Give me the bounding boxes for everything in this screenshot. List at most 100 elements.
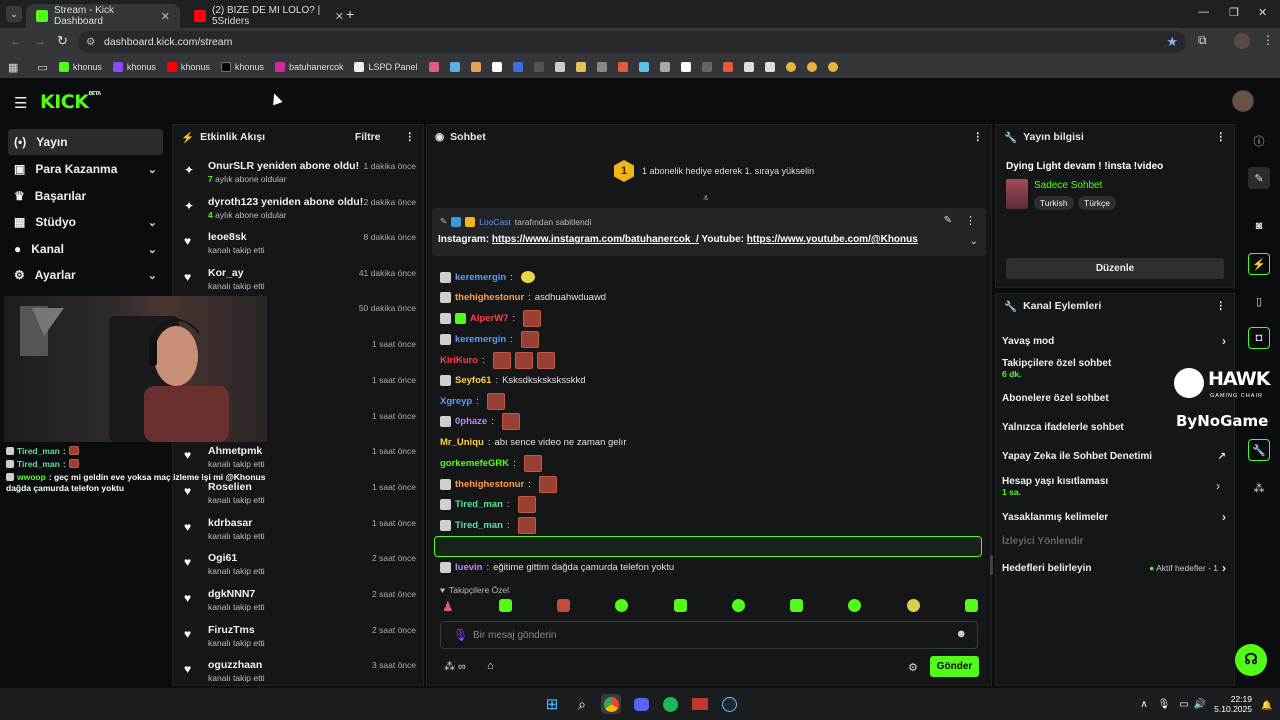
- chat-scrollbar[interactable]: [990, 555, 993, 575]
- close-icon[interactable]: ✕: [335, 10, 344, 23]
- chat-message[interactable]: KiriKuro:: [440, 350, 555, 370]
- emote-icon[interactable]: [615, 599, 629, 612]
- points-icon[interactable]: ⁂ ∞: [444, 660, 466, 673]
- emote-icon[interactable]: ♟: [442, 599, 454, 617]
- chevron-down-icon[interactable]: ⌄: [970, 236, 978, 247]
- tab-search-icon[interactable]: ⌄: [6, 6, 22, 22]
- tag-chip[interactable]: Türkçe: [1078, 196, 1116, 210]
- chat-username[interactable]: thehighestonur: [455, 292, 524, 303]
- bookmark-icon[interactable]: [491, 62, 502, 72]
- edit-icon[interactable]: ✎: [1248, 167, 1270, 189]
- search-icon[interactable]: ⌕: [572, 694, 592, 714]
- bookmark-icon[interactable]: [827, 62, 838, 72]
- bookmark-icon[interactable]: [470, 62, 481, 72]
- activity-event[interactable]: ✦ OnurSLR yeniden abone oldu! 7 aylık abon…: [184, 160, 416, 194]
- menu-kebab-icon[interactable]: ⋮: [1216, 131, 1227, 143]
- bookmark-icon[interactable]: [512, 62, 523, 72]
- tag-chip[interactable]: Turkish: [1034, 196, 1074, 210]
- minimize-icon[interactable]: —: [1198, 6, 1209, 18]
- bookmark-icon[interactable]: [638, 62, 649, 72]
- send-button[interactable]: Gönder: [930, 656, 979, 677]
- chat-icon[interactable]: ◘: [1248, 327, 1270, 349]
- close-icon[interactable]: ✕: [161, 10, 170, 23]
- slow-mode-row[interactable]: Yavaş mod ›: [1002, 334, 1226, 348]
- goals-row[interactable]: Hedefleri belirleyin ● Aktif hedefler - 1…: [1002, 561, 1226, 575]
- chat-input[interactable]: 🎙 Bir mesaj gönderin ☻: [440, 621, 978, 649]
- nav-para-kazanma[interactable]: ▣ Para Kazanma ⌄: [8, 156, 163, 182]
- chat-message[interactable]: Tired_man:: [440, 515, 536, 535]
- tray-chevron-icon[interactable]: ∧: [1134, 694, 1154, 714]
- chat-message[interactable]: thehighestonur:: [440, 474, 557, 494]
- volume-icon[interactable]: 🔊: [1190, 694, 1210, 714]
- emote-icon[interactable]: [906, 599, 920, 612]
- apps-grid-icon[interactable]: ▦: [8, 61, 18, 74]
- instagram-link[interactable]: https://www.instagram.com/batuhanercok_/: [492, 234, 699, 245]
- bookmark-icon[interactable]: [701, 62, 712, 72]
- bookmark-instagram[interactable]: batuhanercok: [274, 62, 343, 72]
- emote-icon[interactable]: [673, 599, 687, 612]
- nav-basarilar[interactable]: ♛ Başarılar: [8, 183, 163, 209]
- chat-message[interactable]: luevin: eğitime gittim dağda çamurda tele…: [440, 557, 674, 577]
- emote-icon[interactable]: [731, 599, 745, 612]
- microphone-icon[interactable]: 🎙: [453, 628, 468, 642]
- emote-icon[interactable]: [964, 599, 978, 612]
- back-icon[interactable]: ←: [10, 34, 22, 48]
- info-icon[interactable]: ⓘ: [1248, 130, 1270, 152]
- bookmark-youtube[interactable]: khonus: [166, 62, 210, 72]
- microphone-icon[interactable]: 🎙: [1154, 694, 1174, 714]
- bookmark-icon[interactable]: [659, 62, 670, 72]
- bookmark-icon[interactable]: [575, 62, 586, 72]
- chat-message[interactable]: keremergin:: [440, 329, 539, 349]
- bookmark-icon[interactable]: [680, 62, 691, 72]
- chat-message[interactable]: Seyfo61: Ksksdksksksksskkd: [440, 370, 585, 390]
- bookmark-star-icon[interactable]: ★: [1166, 31, 1178, 53]
- pinned-by-user[interactable]: LooCast: [479, 217, 511, 227]
- window-close-icon[interactable]: ✕: [1258, 6, 1267, 19]
- chat-message[interactable]: 0phaze:: [440, 411, 520, 431]
- extensions-icon[interactable]: ⧉: [1198, 33, 1207, 48]
- chat-message[interactable]: thehighestonur: asdhuahwduawd: [440, 287, 606, 307]
- store-icon[interactable]: ⌂: [487, 660, 494, 672]
- bookmark-kick[interactable]: khonus: [58, 62, 102, 72]
- chat-username[interactable]: Seyfo61: [455, 375, 491, 386]
- screen-capture-icon[interactable]: ◙: [1248, 215, 1270, 237]
- bookmark-icon[interactable]: [617, 62, 628, 72]
- spotify-icon[interactable]: [660, 694, 680, 714]
- emote-icon[interactable]: [498, 599, 512, 612]
- menu-kebab-icon[interactable]: ⋮: [1262, 33, 1274, 47]
- ai-moderation-row[interactable]: Yapay Zeka ile Sohbet Denetimi ↗: [1002, 451, 1226, 462]
- chat-message[interactable]: Tired_man:: [440, 494, 536, 514]
- youtube-link[interactable]: https://www.youtube.com/@Khonus: [747, 234, 918, 245]
- bookmark-icon[interactable]: [596, 62, 607, 72]
- forward-icon[interactable]: →: [34, 34, 46, 48]
- emote-icon[interactable]: [557, 599, 571, 612]
- windows-start-icon[interactable]: ⊞: [542, 694, 562, 714]
- kick-logo[interactable]: KICKBETA: [40, 91, 101, 113]
- url-field[interactable]: ⚙ dashboard.kick.com/stream ★: [78, 31, 1186, 53]
- support-headset-icon[interactable]: ☊: [1235, 644, 1267, 676]
- bookmark-icon[interactable]: [785, 62, 796, 72]
- chat-username[interactable]: Mr_Uniqu: [440, 437, 484, 448]
- reload-icon[interactable]: ↻: [57, 33, 68, 49]
- nav-ayarlar[interactable]: ⚙ Ayarlar ⌄: [8, 262, 163, 288]
- chat-username[interactable]: luevin: [455, 562, 482, 573]
- restore-icon[interactable]: ❐: [1229, 6, 1239, 19]
- activity-event[interactable]: ♥ dgkNNN7 kanalı takip etti 2 saat önce: [184, 588, 416, 622]
- chat-message[interactable]: Xgreyp:: [440, 391, 505, 411]
- menu-kebab-icon[interactable]: ⋮: [1216, 300, 1227, 312]
- user-avatar[interactable]: [1232, 90, 1254, 112]
- chat-message[interactable]: gorkemefeGRK:: [440, 453, 542, 473]
- account-age-row[interactable]: Hesap yaşı kısıtlaması 1 sa.: [1002, 476, 1226, 497]
- bookmark-twitch[interactable]: khonus: [112, 62, 156, 72]
- activity-event[interactable]: ✦ dyroth123 yeniden abone oldu! 4 aylık ab…: [184, 196, 416, 230]
- sub-gift-leaderboard[interactable]: 1 1 abonelik hediye ederek 1. sıraya yük…: [614, 160, 814, 182]
- profile-avatar[interactable]: [1234, 33, 1250, 49]
- bookmark-icon[interactable]: [554, 62, 565, 72]
- emote-icon[interactable]: [848, 599, 862, 612]
- menu-kebab-icon[interactable]: ⋮: [965, 214, 976, 227]
- chat-username[interactable]: keremergin: [455, 272, 506, 283]
- wrench-icon[interactable]: 🔧: [1248, 439, 1270, 461]
- tab-kick-dashboard[interactable]: Stream - Kick Dashboard ✕: [26, 4, 180, 28]
- bookmark-icon[interactable]: [722, 62, 733, 72]
- steam-icon[interactable]: [719, 694, 739, 714]
